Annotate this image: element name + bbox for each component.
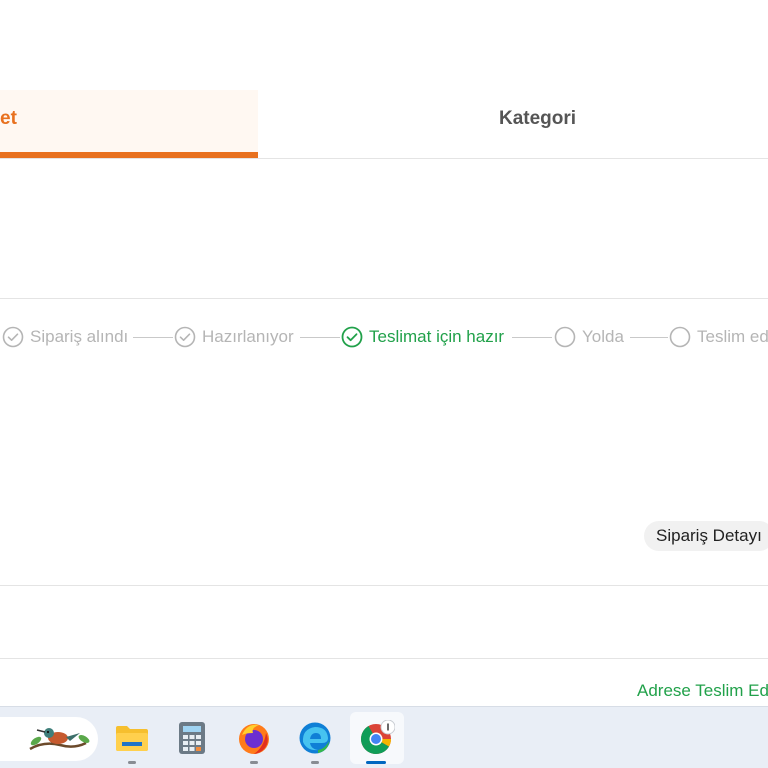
step-hazirlaniyor: Hazırlanıyor — [174, 325, 294, 349]
chrome-icon — [361, 720, 395, 755]
step-label: Yolda — [582, 327, 624, 346]
edge-button[interactable] — [295, 718, 335, 758]
running-indicator — [250, 761, 258, 764]
step-label: Teslimat için hazır — [369, 327, 505, 346]
check-circle-icon — [2, 326, 24, 348]
edge-icon — [299, 722, 331, 754]
empty-circle-icon — [554, 326, 576, 348]
divider — [0, 158, 768, 159]
file-explorer-icon — [116, 726, 148, 751]
check-circle-icon — [174, 326, 196, 348]
step-teslimat-icin-hazir: Teslimat için hazır — [341, 325, 504, 349]
firefox-button[interactable] — [234, 718, 274, 758]
divider — [0, 585, 768, 586]
file-explorer-button[interactable] — [112, 718, 152, 758]
order-detail-button[interactable]: Sipariş Detayı — [644, 521, 768, 551]
step-siparis-alindi: Sipariş alındı — [2, 325, 128, 349]
weather-bird-widget-icon — [29, 728, 90, 751]
step-connector — [133, 337, 173, 338]
calculator-icon — [179, 722, 205, 754]
tab-kategori[interactable]: Kategori — [499, 108, 576, 130]
step-label: Sipariş alındı — [30, 327, 129, 346]
step-connector — [630, 337, 668, 338]
calculator-button[interactable] — [172, 718, 212, 758]
step-teslim-edildi: Teslim ed — [669, 325, 768, 349]
tab-sepet-label[interactable]: et — [0, 108, 17, 130]
check-circle-icon — [341, 326, 363, 348]
divider — [0, 298, 768, 299]
step-label: Hazırlanıyor — [202, 327, 294, 346]
running-indicator — [128, 761, 136, 764]
chrome-button[interactable] — [357, 718, 397, 758]
step-label: Teslim ed — [697, 327, 768, 346]
empty-circle-icon — [669, 326, 691, 348]
tab-sepet[interactable] — [0, 90, 258, 158]
step-connector — [512, 337, 552, 338]
divider — [0, 658, 768, 659]
running-indicator — [311, 761, 319, 764]
address-delivery-link[interactable]: Adrese Teslim Ed — [637, 681, 768, 701]
step-yolda: Yolda — [554, 325, 624, 349]
step-connector — [300, 337, 340, 338]
firefox-icon — [239, 724, 269, 754]
active-app-indicator — [366, 761, 386, 764]
widgets-button[interactable] — [0, 717, 98, 761]
